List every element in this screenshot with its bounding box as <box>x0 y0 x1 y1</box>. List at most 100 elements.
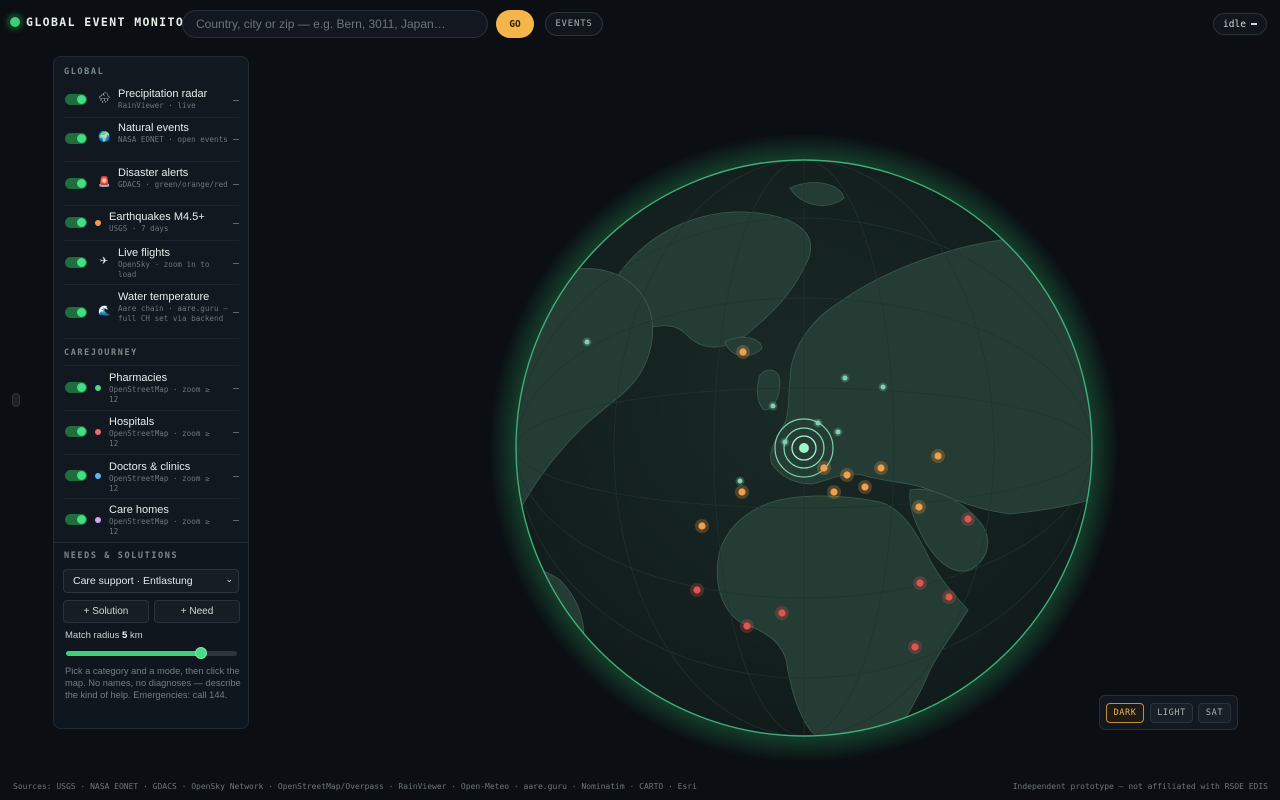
alert-marker-red[interactable] <box>945 593 953 601</box>
layer-menu-icon[interactable] <box>233 139 239 140</box>
add-need-button[interactable]: + Need <box>154 600 240 623</box>
layer-source: Aare chain · aare.guru — full CH set via… <box>118 304 228 323</box>
toggle-switch[interactable] <box>65 382 87 393</box>
event-marker-teal[interactable] <box>842 375 848 381</box>
alert-marker-red[interactable] <box>916 579 924 587</box>
layer-menu-icon[interactable] <box>233 476 239 477</box>
needs-solutions-section: NEEDS & SOLUTIONS Care support · Entlast… <box>54 542 248 728</box>
status-pill[interactable]: idle <box>1213 13 1267 35</box>
layer-menu-icon[interactable] <box>233 184 239 185</box>
panel-collapse-handle[interactable] <box>12 393 20 407</box>
layer-name: Hospitals <box>109 416 155 428</box>
layer-menu-icon[interactable] <box>233 223 239 224</box>
toggle-switch[interactable] <box>65 426 87 437</box>
layer-source: NASA EONET · open events <box>118 135 228 144</box>
app-title: GLOBAL EVENT MONITOR <box>26 15 193 29</box>
location-search-input[interactable] <box>182 10 488 38</box>
event-marker-orange[interactable] <box>820 464 828 472</box>
layer-menu-icon[interactable] <box>233 520 239 521</box>
status-text: idle <box>1223 18 1246 30</box>
toggle-switch[interactable] <box>65 178 87 189</box>
clinic-dot <box>95 473 101 479</box>
event-marker-teal[interactable] <box>770 403 776 409</box>
alert-marker-red[interactable] <box>778 609 786 617</box>
siren-icon: 🚨 <box>98 177 111 188</box>
layer-row-water-temperature[interactable]: 🌊 Water temperature Aare chain · aare.gu… <box>64 284 239 339</box>
top-bar: GLOBAL EVENT MONITOR GO EVENTS idle <box>0 0 1280 48</box>
layer-row-care-homes[interactable]: Care homes OpenStreetMap · zoom ≥ 12 <box>64 498 239 542</box>
toggle-switch[interactable] <box>65 133 87 144</box>
event-marker-orange[interactable] <box>739 348 747 356</box>
event-marker-orange[interactable] <box>830 488 838 496</box>
layer-menu-icon[interactable] <box>233 432 239 433</box>
toggle-switch[interactable] <box>65 217 87 228</box>
layer-menu-icon[interactable] <box>233 312 239 313</box>
event-marker-teal[interactable] <box>584 339 590 345</box>
layer-row-live-flights[interactable]: ✈ Live flights OpenSky · zoom in to load <box>64 240 239 285</box>
map-style-dark-button[interactable]: DARK <box>1106 703 1144 723</box>
toggle-switch[interactable] <box>65 257 87 268</box>
layer-name: Doctors & clinics <box>109 461 191 473</box>
match-radius-unit: km <box>129 630 143 641</box>
map-style-sat-button[interactable]: SAT <box>1198 703 1231 723</box>
alert-marker-red[interactable] <box>964 515 972 523</box>
match-radius-text: Match radius <box>65 630 120 641</box>
layer-menu-icon[interactable] <box>233 263 239 264</box>
event-marker-orange[interactable] <box>915 503 923 511</box>
pharmacy-dot <box>95 385 101 391</box>
layer-row-pharmacies[interactable]: Pharmacies OpenStreetMap · zoom ≥ 12 <box>64 365 239 411</box>
match-radius-label: Match radius 5 km <box>65 630 143 641</box>
layer-source: OpenStreetMap · zoom ≥ 12 <box>109 517 210 536</box>
layer-menu-icon[interactable] <box>233 388 239 389</box>
event-marker-orange[interactable] <box>738 488 746 496</box>
layer-row-natural-events[interactable]: 🌍 Natural events NASA EONET · open event… <box>64 117 239 162</box>
event-marker-teal[interactable] <box>835 429 841 435</box>
event-marker-orange[interactable] <box>877 464 885 472</box>
add-solution-button[interactable]: + Solution <box>63 600 149 623</box>
map-style-light-button[interactable]: LIGHT <box>1150 703 1193 723</box>
care-home-dot <box>95 517 101 523</box>
toggle-switch[interactable] <box>65 94 87 105</box>
live-indicator-dot <box>10 17 20 27</box>
toggle-switch[interactable] <box>65 470 87 481</box>
event-marker-teal[interactable] <box>880 384 886 390</box>
event-marker-teal[interactable] <box>782 439 788 445</box>
layer-name: Earthquakes M4.5+ <box>109 211 205 223</box>
layer-menu-icon[interactable] <box>233 100 239 101</box>
layer-name: Care homes <box>109 504 169 516</box>
layer-source: USGS · 7 days <box>109 224 169 233</box>
layer-name: Pharmacies <box>109 372 168 384</box>
layer-row-precipitation[interactable]: 🌧 Precipitation radar RainViewer · live <box>64 83 239 118</box>
toggle-switch[interactable] <box>65 514 87 525</box>
match-radius-slider[interactable] <box>66 647 237 659</box>
alert-marker-red[interactable] <box>911 643 919 651</box>
hospital-dot <box>95 429 101 435</box>
brand: GLOBAL EVENT MONITOR <box>10 15 192 29</box>
event-marker-orange[interactable] <box>934 452 942 460</box>
layer-row-earthquakes[interactable]: Earthquakes M4.5+ USGS · 7 days <box>64 205 239 241</box>
alert-marker-red[interactable] <box>693 586 701 594</box>
airplane-icon: ✈ <box>99 256 109 267</box>
layer-row-disaster-alerts[interactable]: 🚨 Disaster alerts GDACS · green/orange/r… <box>64 161 239 206</box>
layer-row-hospitals[interactable]: Hospitals OpenStreetMap · zoom ≥ 12 <box>64 409 239 455</box>
toggle-switch[interactable] <box>65 307 87 318</box>
slider-thumb[interactable] <box>195 647 208 659</box>
event-marker-orange[interactable] <box>861 483 869 491</box>
event-marker-orange[interactable] <box>843 471 851 479</box>
layers-list[interactable]: GLOBAL 🌧 Precipitation radar RainViewer … <box>54 57 248 542</box>
category-select[interactable]: Care support · Entlastung ⌄ <box>63 569 239 593</box>
layers-panel: GLOBAL 🌧 Precipitation radar RainViewer … <box>53 56 249 729</box>
globe-icon: 🌍 <box>98 132 111 143</box>
events-button[interactable]: EVENTS <box>545 12 603 36</box>
event-marker-orange[interactable] <box>698 522 706 530</box>
globe-map[interactable] <box>490 130 1120 760</box>
event-marker-teal[interactable] <box>815 420 821 426</box>
layer-row-doctors-clinics[interactable]: Doctors & clinics OpenStreetMap · zoom ≥… <box>64 454 239 499</box>
rain-cloud-icon: 🌧 <box>98 93 111 104</box>
collapse-icon <box>1250 23 1257 25</box>
alert-marker-red[interactable] <box>743 622 751 630</box>
slider-fill <box>66 651 202 656</box>
event-marker-teal[interactable] <box>737 478 743 484</box>
go-button[interactable]: GO <box>496 10 534 38</box>
data-sources-footer: Sources: USGS · NASA EONET · GDACS · Ope… <box>13 782 697 791</box>
